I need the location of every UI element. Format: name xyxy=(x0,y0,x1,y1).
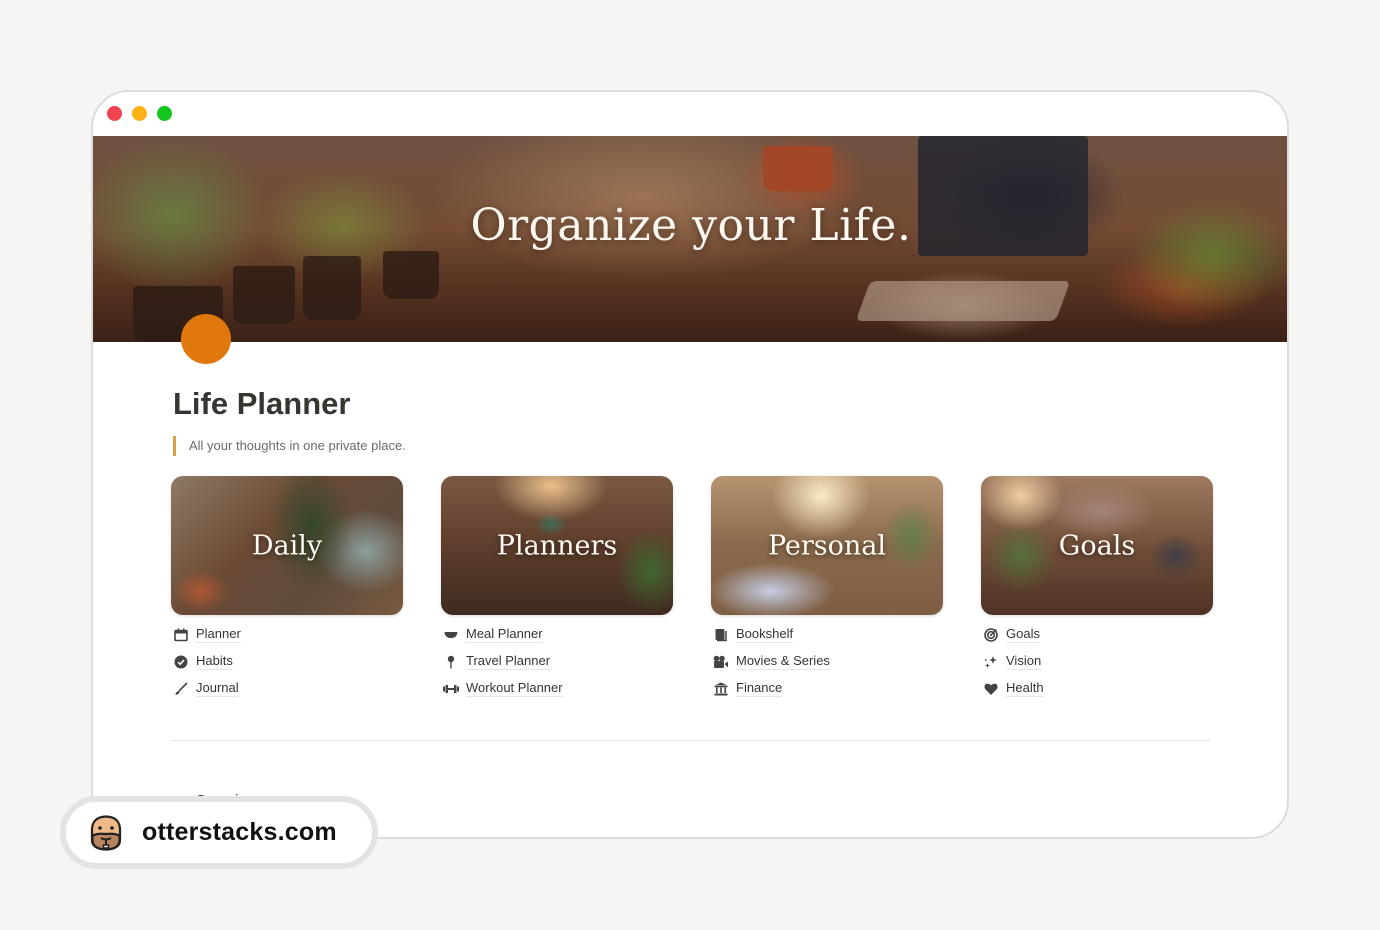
card-personal[interactable]: Personal xyxy=(711,476,943,615)
link-planner[interactable]: Planner xyxy=(173,621,403,648)
heart-icon xyxy=(983,681,999,697)
link-health[interactable]: Health xyxy=(983,675,1213,702)
window-controls xyxy=(107,106,172,121)
card-label: Goals xyxy=(1058,530,1136,561)
link-workout-planner[interactable]: Workout Planner xyxy=(443,675,673,702)
link-bookshelf[interactable]: Bookshelf xyxy=(713,621,943,648)
link-vision[interactable]: Vision xyxy=(983,648,1213,675)
link-journal[interactable]: Journal xyxy=(173,675,403,702)
calendar-icon xyxy=(173,627,189,643)
app-window: Organize your Life. Life Planner All you… xyxy=(91,90,1289,839)
link-goals[interactable]: Goals xyxy=(983,621,1213,648)
page-quote: All your thoughts in one private place. xyxy=(173,436,406,456)
link-meal-planner[interactable]: Meal Planner xyxy=(443,621,673,648)
page-title: Life Planner xyxy=(173,386,351,421)
cover-title: Organize your Life. xyxy=(470,200,912,251)
divider xyxy=(171,740,1211,741)
card-planners[interactable]: Planners xyxy=(441,476,673,615)
pin-icon xyxy=(443,654,459,670)
section-cards: Daily Planner Habits Journal Planners Me… xyxy=(171,476,1213,702)
card-daily[interactable]: Daily xyxy=(171,476,403,615)
link-movies-series[interactable]: Movies & Series xyxy=(713,648,943,675)
page-icon[interactable] xyxy=(181,314,231,364)
maximize-window-button[interactable] xyxy=(157,106,172,121)
link-travel-planner[interactable]: Travel Planner xyxy=(443,648,673,675)
book-icon xyxy=(713,627,729,643)
target-icon xyxy=(983,627,999,643)
card-goals[interactable]: Goals xyxy=(981,476,1213,615)
movie-camera-icon xyxy=(713,654,729,670)
bowl-icon xyxy=(443,627,459,643)
link-finance[interactable]: Finance xyxy=(713,675,943,702)
check-circle-icon xyxy=(173,654,189,670)
close-window-button[interactable] xyxy=(107,106,122,121)
section-personal: Personal Bookshelf Movies & Series Finan… xyxy=(711,476,943,702)
section-daily: Daily Planner Habits Journal xyxy=(171,476,403,702)
otter-logo-icon xyxy=(88,814,124,852)
sparkles-icon xyxy=(983,654,999,670)
brush-icon xyxy=(173,681,189,697)
watermark-site: otterstacks.com xyxy=(142,818,337,846)
watermark-badge: otterstacks.com xyxy=(60,796,378,869)
card-label: Planners xyxy=(496,530,618,561)
section-goals: Goals Goals Vision Health xyxy=(981,476,1213,702)
section-planners: Planners Meal Planner Travel Planner Wor… xyxy=(441,476,673,702)
card-label: Personal xyxy=(767,530,887,561)
minimize-window-button[interactable] xyxy=(132,106,147,121)
card-label: Daily xyxy=(251,530,323,561)
cover-image: Organize your Life. xyxy=(93,136,1287,342)
bank-icon xyxy=(713,681,729,697)
link-habits[interactable]: Habits xyxy=(173,648,403,675)
dumbbell-icon xyxy=(443,681,459,697)
